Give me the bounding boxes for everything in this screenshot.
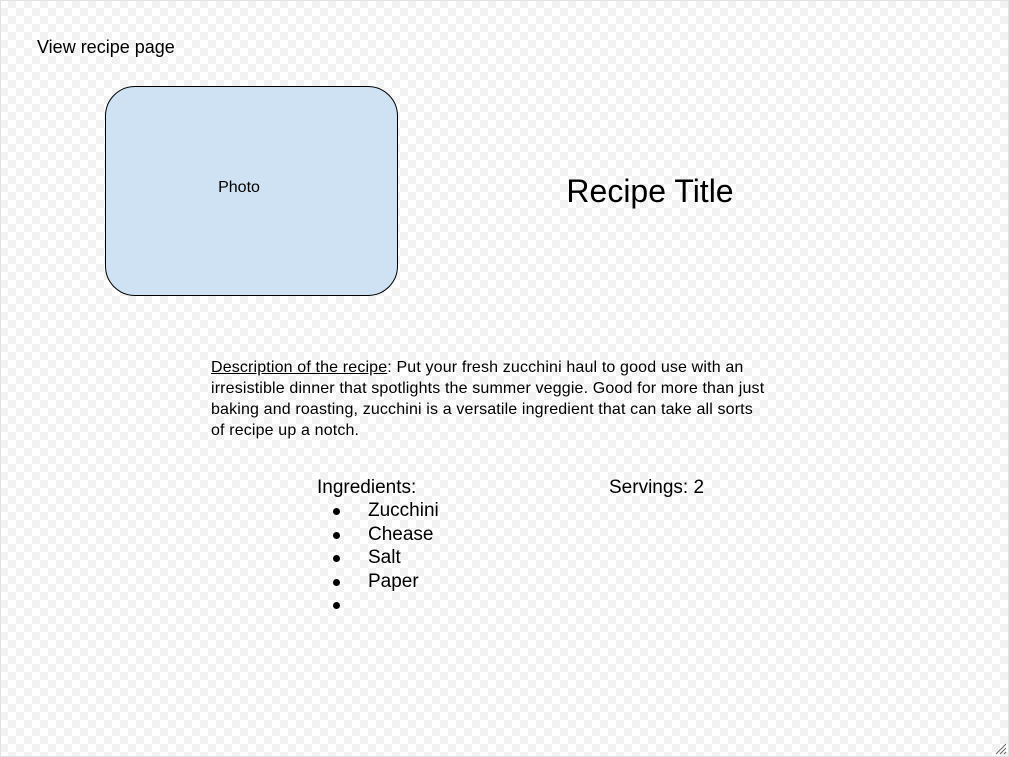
servings-label: Servings: 2: [609, 477, 705, 498]
ingredient-item: Zucchini: [317, 499, 439, 523]
bullet-icon: [333, 508, 340, 515]
recipe-title: Recipe Title: [566, 173, 734, 209]
resize-grip-icon[interactable]: [995, 743, 1007, 755]
ingredients-heading: Ingredients:: [317, 477, 417, 498]
photo-placeholder: Photo: [105, 86, 398, 296]
bullet-icon: [333, 555, 340, 563]
ingredient-label: Zucchini: [368, 500, 439, 521]
bullet-icon: [333, 602, 340, 610]
ingredient-item-empty: [317, 593, 439, 617]
bullet-icon: [333, 578, 340, 586]
page-label: View recipe page: [37, 37, 175, 57]
ingredients-section: Ingredients: Zucchini Chease Salt Paper: [317, 477, 439, 617]
recipe-description: Description of the recipe: Put your fres…: [211, 357, 767, 441]
description-label: Description of the recipe: [211, 359, 388, 376]
ingredient-item: Salt: [317, 546, 439, 570]
ingredient-label: Salt: [368, 547, 401, 569]
ingredient-item: Paper: [317, 570, 439, 594]
photo-label: Photo: [218, 179, 260, 196]
ingredient-label: Paper: [368, 570, 419, 592]
ingredients-list: Zucchini Chease Salt Paper: [317, 499, 439, 617]
ingredient-label: Chease: [368, 523, 434, 545]
bullet-icon: [333, 531, 340, 539]
ingredient-item: Chease: [317, 523, 439, 547]
